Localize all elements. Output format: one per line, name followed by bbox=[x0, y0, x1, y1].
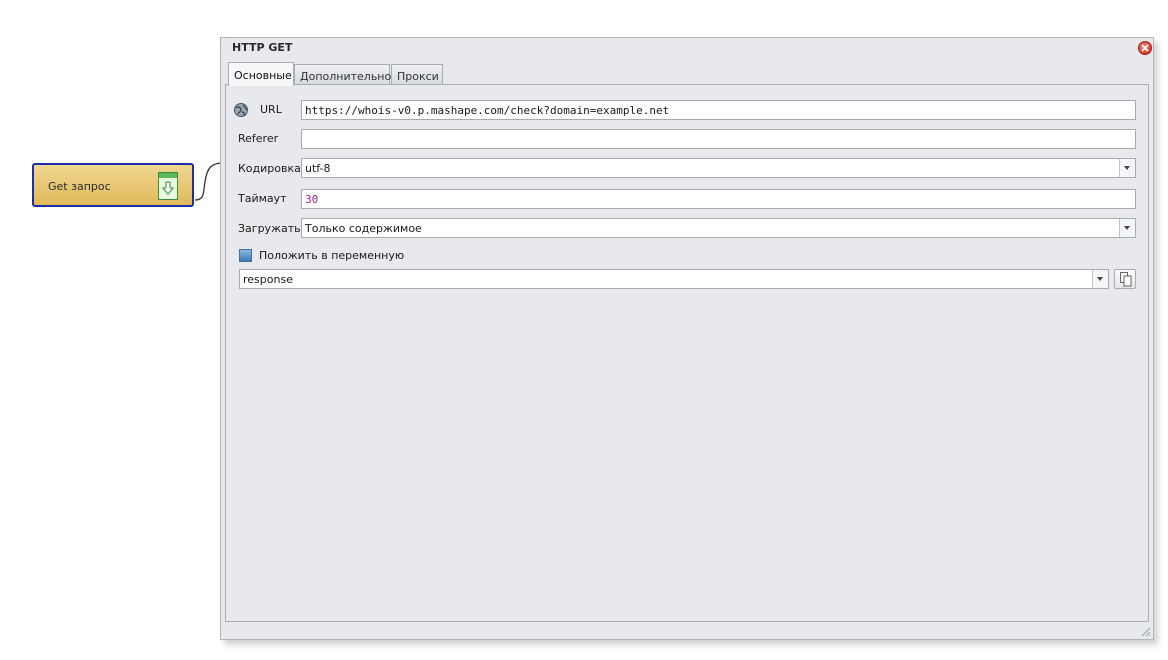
close-icon[interactable] bbox=[1138, 41, 1152, 55]
save-to-variable-label: Положить в переменную bbox=[259, 249, 405, 262]
referer-label: Referer bbox=[238, 132, 279, 145]
timeout-input[interactable]: 30 bbox=[301, 189, 1136, 209]
http-get-dialog: HTTP GET Основные Дополнительно Прокси U… bbox=[220, 37, 1154, 640]
tab-proxy[interactable]: Прокси bbox=[391, 64, 443, 85]
url-value: https://whois-v0.p.mashape.com/check?dom… bbox=[305, 104, 670, 117]
load-select[interactable]: Только содержимое bbox=[301, 218, 1136, 238]
tab-basic[interactable]: Основные bbox=[228, 62, 294, 86]
dialog-titlebar[interactable]: HTTP GET bbox=[221, 38, 1153, 58]
referer-input[interactable] bbox=[301, 129, 1136, 149]
load-value: Только содержимое bbox=[305, 222, 422, 235]
timeout-value: 30 bbox=[305, 193, 319, 206]
encoding-value: utf-8 bbox=[305, 162, 331, 175]
encoding-label: Кодировка bbox=[238, 162, 301, 175]
url-label: URL bbox=[260, 103, 282, 116]
resize-grip-icon[interactable] bbox=[1139, 625, 1151, 637]
copy-variable-button[interactable] bbox=[1114, 269, 1136, 289]
save-to-variable-checkbox[interactable] bbox=[239, 249, 252, 262]
variable-select[interactable]: response bbox=[239, 269, 1109, 289]
download-arrow-icon bbox=[158, 172, 178, 200]
globe-icon bbox=[234, 103, 248, 117]
timeout-label: Таймаут bbox=[238, 192, 287, 205]
chevron-down-icon[interactable] bbox=[1119, 159, 1135, 177]
encoding-select[interactable]: utf-8 bbox=[301, 158, 1136, 178]
flow-node-get-request[interactable]: Get запрос bbox=[32, 163, 194, 207]
variable-value: response bbox=[243, 273, 293, 286]
url-input[interactable]: https://whois-v0.p.mashape.com/check?dom… bbox=[301, 100, 1136, 120]
copy-icon bbox=[1120, 272, 1132, 287]
dialog-title: HTTP GET bbox=[232, 41, 293, 54]
chevron-down-icon[interactable] bbox=[1119, 219, 1135, 237]
tab-advanced[interactable]: Дополнительно bbox=[294, 64, 391, 85]
chevron-down-icon[interactable] bbox=[1092, 270, 1108, 288]
flow-node-label: Get запрос bbox=[48, 180, 111, 193]
load-label: Загружать bbox=[238, 222, 301, 235]
